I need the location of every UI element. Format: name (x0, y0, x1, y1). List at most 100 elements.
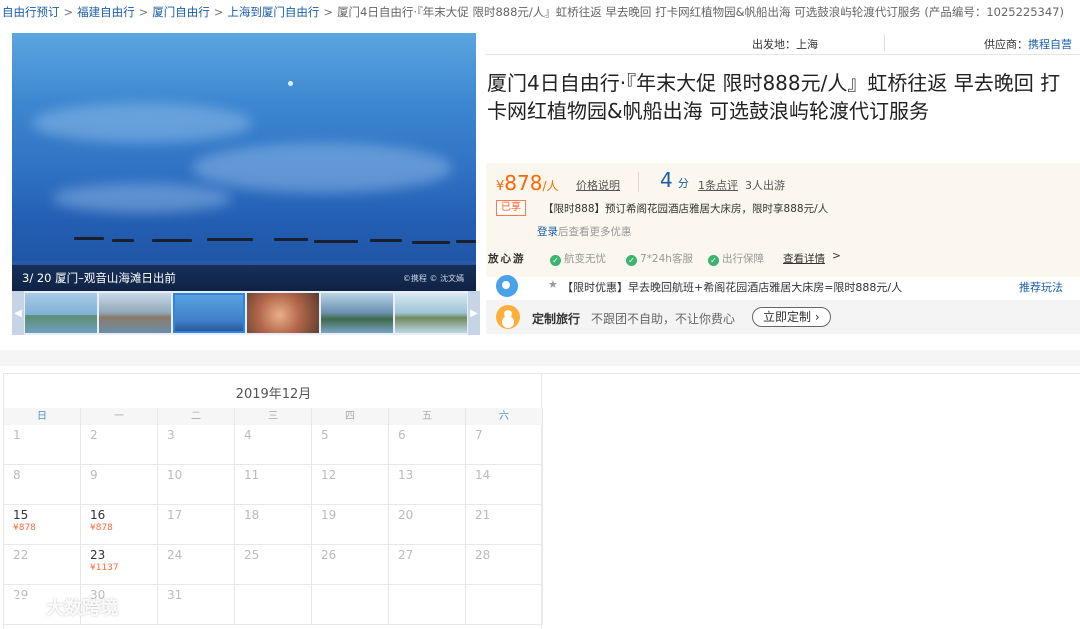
chevron-left-icon[interactable]: ◀ (12, 291, 24, 335)
day-number: 17 (167, 508, 183, 522)
breadcrumb: 自由行预订 > 福建自由行 > 厦门自由行 > 上海到厦门自由行 > 厦门4日自由行·『年末大促… (2, 5, 1064, 19)
product-info: 出发地：上海 供应商：携程自营 厦门4日自由行·『年末大促 限时888元/人』虹… (486, 33, 1080, 335)
supplier-label: 供应商：携程自营 (984, 38, 1072, 51)
moon-dot (288, 81, 293, 86)
limited-offer-bar: ★ 【限时优惠】早去晚回航班+希阁花园酒店雅居大床房=限时888元/人 推荐玩法 (486, 273, 1080, 299)
calendar-week-row: 8 9 10 11 12 13 14 (4, 465, 543, 505)
price: ¥878/人 (496, 171, 559, 195)
price-explain-link[interactable]: 价格说明 (576, 177, 620, 193)
breadcrumb-current: 厦门4日自由行·『年末大促 限时888元/人』虹桥往返 早去晚回 打卡网红植物园… (337, 5, 1064, 19)
calendar-day (466, 585, 543, 625)
hero-photo[interactable]: 3/ 20 厦门–观音山海滩日出前 ©携程 © 沈文嫣 (12, 33, 476, 291)
day-number: 14 (475, 468, 491, 482)
calendar-week-row: 1 2 3 4 5 6 7 (4, 425, 543, 465)
thumbnail[interactable] (321, 293, 393, 333)
calendar-day-available[interactable]: 15 ¥878 (4, 505, 81, 545)
weekday: 日 (4, 408, 81, 425)
calendar-weekdays: 日 一 二 三 四 五 六 (4, 408, 543, 425)
day-number: 1 (13, 428, 21, 442)
photo-watermark: ©携程 © 沈文嫣 (402, 274, 464, 283)
section-divider (0, 350, 1080, 366)
calendar-day: 22 (4, 545, 81, 585)
day-number: 31 (167, 588, 183, 602)
weekday: 二 (158, 408, 235, 425)
view-details-link[interactable]: 查看详情 (783, 251, 825, 266)
day-number: 23 (90, 548, 106, 562)
divider (884, 35, 885, 51)
calendar-day (235, 585, 312, 625)
day-number: 20 (398, 508, 414, 522)
custom-travel-title: 定制旅行 (532, 312, 581, 326)
product-title: 厦门4日自由行·『年末大促 限时888元/人』虹桥往返 早去晚回 打卡网红植物园… (487, 71, 1061, 123)
price-calendar: 2019年12月 日 一 二 三 四 五 六 1 2 3 4 5 6 7 8 9 10 11 12 13… (3, 373, 543, 629)
product-meta-bar: 出发地：上海 供应商：携程自营 (486, 33, 1080, 55)
calendar-day: 13 (389, 465, 466, 505)
day-number: 11 (244, 468, 260, 482)
day-price: ¥878 (90, 523, 113, 533)
calendar-day: 11 (235, 465, 312, 505)
day-number: 12 (321, 468, 337, 482)
calendar-day-available[interactable]: 23 ¥1137 (81, 545, 158, 585)
calendar-day: 17 (158, 505, 235, 545)
calendar-day: 1 (4, 425, 81, 465)
thumbnail-active[interactable] (173, 293, 245, 333)
review-link[interactable]: 1条点评 (698, 177, 738, 193)
calendar-week-row: 22 23 ¥1137 24 25 26 27 28 (4, 545, 543, 585)
breadcrumb-link[interactable]: 上海到厦门自由行 (227, 5, 319, 19)
thumbnail-strip: ◀ ▶ (12, 291, 480, 335)
thumbnail[interactable] (247, 293, 319, 333)
check-icon: ✓ (626, 255, 637, 266)
day-price: ¥878 (13, 523, 36, 533)
check-icon: ✓ (708, 255, 719, 266)
calendar-day: 18 (235, 505, 312, 545)
supplier-link[interactable]: 携程自营 (1028, 38, 1072, 51)
day-number: 27 (398, 548, 414, 562)
weekday: 四 (312, 408, 389, 425)
thumbnail[interactable] (25, 293, 97, 333)
thumbnail[interactable] (395, 293, 467, 333)
day-number: 22 (13, 548, 29, 562)
calendar-day: 3 (158, 425, 235, 465)
breadcrumb-link[interactable]: 福建自由行 (77, 5, 135, 19)
day-number: 24 (167, 548, 183, 562)
departure-label: 出发地：上海 (752, 38, 818, 51)
assurance-item: ✓ 7*24h客服 (626, 251, 693, 266)
calendar-day: 6 (389, 425, 466, 465)
calendar-day: 25 (235, 545, 312, 585)
thumbnail[interactable] (99, 293, 171, 333)
weekday: 六 (466, 408, 543, 425)
customize-now-button[interactable]: 立即定制 › (752, 307, 831, 327)
breadcrumb-link[interactable]: 厦门自由行 (152, 5, 210, 19)
calendar-day: 8 (4, 465, 81, 505)
day-number: 18 (244, 508, 260, 522)
brand-logo-icon (8, 596, 40, 618)
calendar-day: 28 (466, 545, 543, 585)
day-number: 13 (398, 468, 414, 482)
day-number: 3 (167, 428, 175, 442)
recommend-link[interactable]: 推荐玩法 (1019, 279, 1063, 295)
day-number: 15 (13, 508, 29, 522)
day-number: 6 (398, 428, 406, 442)
calendar-day: 2 (81, 425, 158, 465)
assurance-bar: 放心游 ✓ 航变无忧 ✓ 7*24h客服 ✓ 出行保障 查看详情 > (486, 248, 1080, 270)
mascot-icon (496, 275, 518, 297)
day-number: 26 (321, 548, 337, 562)
calendar-day (389, 585, 466, 625)
login-hint: 登录后查看更多优惠 (537, 226, 632, 238)
calendar-day: 27 (389, 545, 466, 585)
login-link[interactable]: 登录 (537, 226, 558, 238)
day-number: 21 (475, 508, 491, 522)
limited-offer-text: 【限时优惠】早去晚回航班+希阁花园酒店雅居大床房=限时888元/人 (562, 281, 903, 294)
calendar-day: 31 (158, 585, 235, 625)
calendar-day: 26 (312, 545, 389, 585)
chevron-right-icon: > (832, 250, 841, 262)
day-number: 28 (475, 548, 491, 562)
photo-gallery: 3/ 20 厦门–观音山海滩日出前 ©携程 © 沈文嫣 ◀ ▶ (12, 33, 480, 335)
breadcrumb-link[interactable]: 自由行预订 (2, 5, 60, 19)
day-number: 16 (90, 508, 106, 522)
calendar-day: 9 (81, 465, 158, 505)
day-number: 4 (244, 428, 252, 442)
calendar-day-available[interactable]: 16 ¥878 (81, 505, 158, 545)
page: 自由行预订 > 福建自由行 > 厦门自由行 > 上海到厦门自由行 > 厦门4日自由行·『年末大促… (0, 0, 1080, 629)
chevron-right-icon[interactable]: ▶ (468, 291, 480, 335)
